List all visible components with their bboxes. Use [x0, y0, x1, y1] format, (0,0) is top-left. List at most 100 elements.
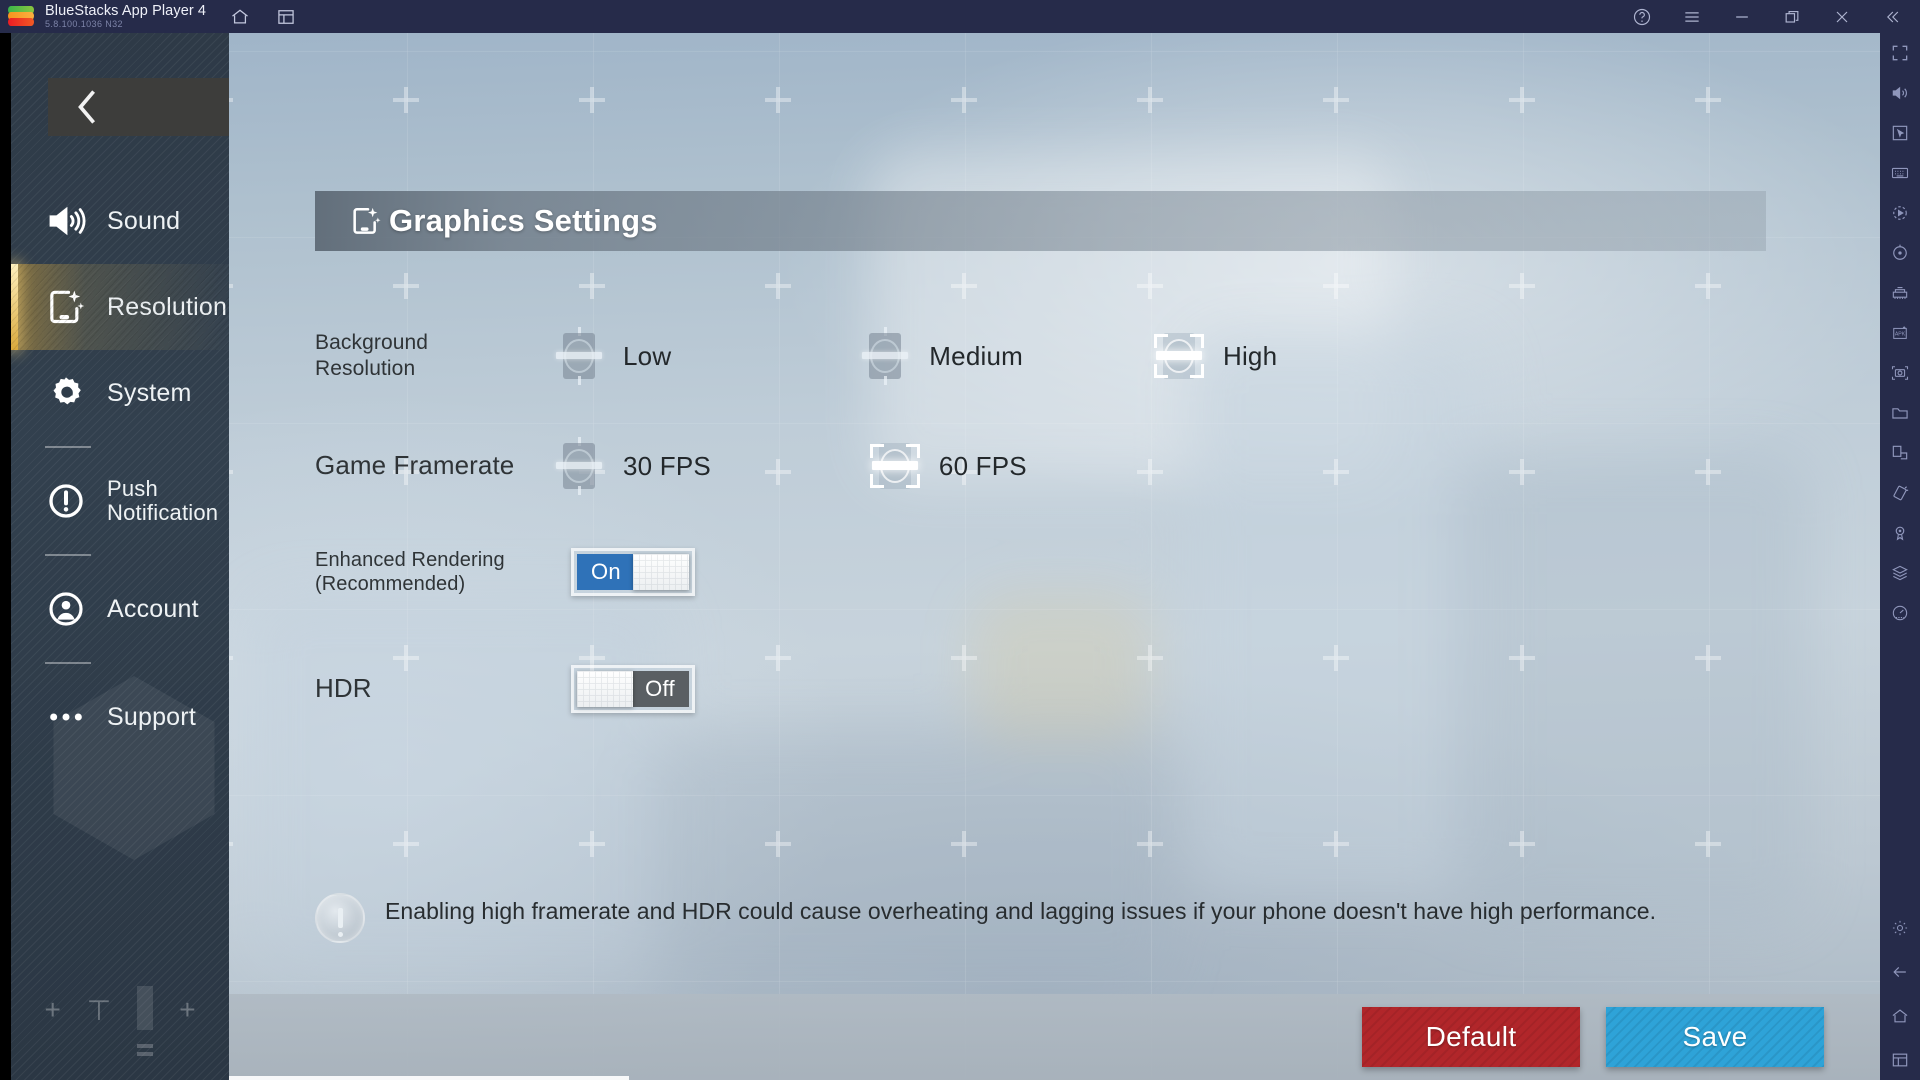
shake-icon[interactable]: [1888, 481, 1912, 505]
option-game-framerate-30fps[interactable]: 30 FPS: [551, 437, 711, 495]
title-bar: BlueStacks App Player 4 5.8.100.1036 N32: [0, 0, 1920, 33]
sidebar-item-label: Resolution: [107, 292, 228, 321]
volume-icon[interactable]: [1888, 81, 1912, 105]
push-notification-icon: [45, 480, 87, 522]
screen-rotate-icon[interactable]: [1888, 441, 1912, 465]
radio-icon-selected: [1151, 328, 1207, 384]
setting-label: Background Resolution: [315, 331, 429, 380]
graphics-settings-panel: Graphics Settings Background Resolution …: [229, 33, 1880, 1080]
save-button-label: Save: [1682, 1021, 1748, 1052]
record-icon[interactable]: [1888, 201, 1912, 225]
radio-icon: [551, 327, 607, 385]
default-button-label: Default: [1425, 1021, 1517, 1052]
setting-row-hdr: HDR Off: [315, 665, 875, 713]
close-icon[interactable]: [1832, 7, 1852, 27]
decor-plus-icon: +: [44, 994, 61, 1025]
sidebar-item-system[interactable]: System: [11, 350, 229, 436]
setting-row-background-resolution: Background Resolution Low Medium High: [315, 327, 1615, 385]
recents-icon[interactable]: [1888, 1048, 1912, 1072]
system-gear-icon: [45, 372, 87, 414]
game-viewport: Sound Resolution System Push Notificatio…: [11, 33, 1880, 1080]
option-label: Low: [623, 340, 672, 371]
menu-back-button[interactable]: [48, 78, 229, 136]
window-controls: [1632, 7, 1920, 27]
resolution-icon: [45, 286, 87, 328]
screenshot-icon[interactable]: [1888, 361, 1912, 385]
home-icon[interactable]: [1888, 1004, 1912, 1028]
toggle-state-label: On: [591, 559, 621, 585]
sidebar-item-support[interactable]: Support: [11, 674, 229, 760]
save-button[interactable]: Save: [1606, 1007, 1824, 1067]
bottom-scroll-strip: [229, 1076, 629, 1080]
sidebar-item-label: Sound: [107, 206, 181, 235]
folder-icon[interactable]: [1888, 401, 1912, 425]
bluestacks-window: BlueStacks App Player 4 5.8.100.1036 N32: [0, 0, 1920, 1080]
cursor-icon[interactable]: [1888, 121, 1912, 145]
app-version: 5.8.100.1036 N32: [45, 18, 123, 29]
fullscreen-icon[interactable]: [1888, 41, 1912, 65]
sound-icon: [45, 200, 87, 242]
menu-separator: [11, 652, 229, 674]
option-label: 30 FPS: [623, 450, 711, 481]
game-settings-menu: Sound Resolution System Push Notificatio…: [11, 33, 229, 1080]
sidebar-item-label: Support: [107, 702, 196, 731]
account-icon: [45, 588, 87, 630]
option-label: 60 FPS: [938, 450, 1027, 481]
setting-row-game-framerate: Game Framerate 30 FPS 60 FPS: [315, 437, 1615, 495]
home-icon[interactable]: [230, 7, 250, 27]
help-icon[interactable]: [1632, 7, 1652, 27]
panel-footer: Default Save: [229, 994, 1880, 1080]
decor-plus-icon: +: [179, 994, 196, 1025]
toggle-thumb: [633, 554, 689, 591]
menu-items: Sound Resolution System Push Notificatio…: [11, 178, 229, 760]
tool-rail-top: APK: [1888, 33, 1912, 625]
restore-icon[interactable]: [1782, 7, 1802, 27]
multi-instance-icon[interactable]: [276, 7, 296, 27]
settings-rows: Background Resolution Low Medium High Ga…: [229, 33, 1880, 1080]
default-button[interactable]: Default: [1362, 1007, 1580, 1067]
decor-minus-icon: ⊤: [86, 995, 112, 1026]
sidebar-item-account[interactable]: Account: [11, 566, 229, 652]
warning-note-text: Enabling high framerate and HDR could ca…: [385, 898, 1657, 924]
radio-icon-selected: [867, 438, 923, 494]
option-label: High: [1222, 340, 1278, 371]
setting-label: Game Framerate: [315, 450, 515, 481]
collapse-icon[interactable]: [1882, 7, 1902, 27]
location-icon[interactable]: [1888, 521, 1912, 545]
gauge-icon[interactable]: [1888, 601, 1912, 625]
toggle-hdr[interactable]: Off: [571, 665, 695, 713]
option-label: Medium: [929, 340, 1023, 371]
app-title-block: BlueStacks App Player 4 5.8.100.1036 N32: [45, 2, 207, 30]
menu-separator: [11, 436, 229, 458]
settings-gear-icon[interactable]: [1888, 916, 1912, 940]
menu-icon[interactable]: [1682, 7, 1702, 27]
sidebar-item-push-notification[interactable]: Push Notification: [11, 458, 229, 544]
toggle-enhanced-rendering[interactable]: On: [571, 548, 695, 597]
sidebar-item-label: System: [107, 378, 192, 407]
keyboard-icon[interactable]: [1888, 161, 1912, 185]
radio-icon: [551, 437, 607, 495]
menu-separator: [11, 544, 229, 566]
macro-icon[interactable]: [1888, 561, 1912, 585]
minimize-icon[interactable]: [1732, 7, 1752, 27]
radio-icon: [857, 327, 913, 385]
setting-label: Enhanced Rendering (Recommended): [315, 549, 505, 596]
tool-rail: APK: [1880, 33, 1920, 1080]
option-game-framerate-60fps[interactable]: 60 FPS: [867, 438, 1027, 494]
left-gutter: [0, 33, 11, 1080]
sidebar-item-sound[interactable]: Sound: [11, 178, 229, 264]
option-background-resolution-medium[interactable]: Medium: [857, 327, 1023, 385]
app-title: BlueStacks App Player 4: [45, 2, 207, 19]
multi-instance-manager-icon[interactable]: [1888, 281, 1912, 305]
support-dots-icon: [45, 696, 87, 738]
back-icon[interactable]: [1888, 960, 1912, 984]
sidebar-item-resolution[interactable]: Resolution: [11, 264, 229, 350]
option-background-resolution-low[interactable]: Low: [551, 327, 672, 385]
rotate-icon[interactable]: [1888, 241, 1912, 265]
warning-note: Enabling high framerate and HDR could ca…: [315, 893, 1695, 943]
setting-row-enhanced-rendering: Enhanced Rendering (Recommended) On: [315, 548, 875, 597]
install-apk-icon[interactable]: APK: [1888, 321, 1912, 345]
option-background-resolution-high[interactable]: High: [1151, 328, 1277, 384]
svg-text:APK: APK: [1895, 332, 1906, 338]
decor-bar: [137, 986, 154, 1048]
